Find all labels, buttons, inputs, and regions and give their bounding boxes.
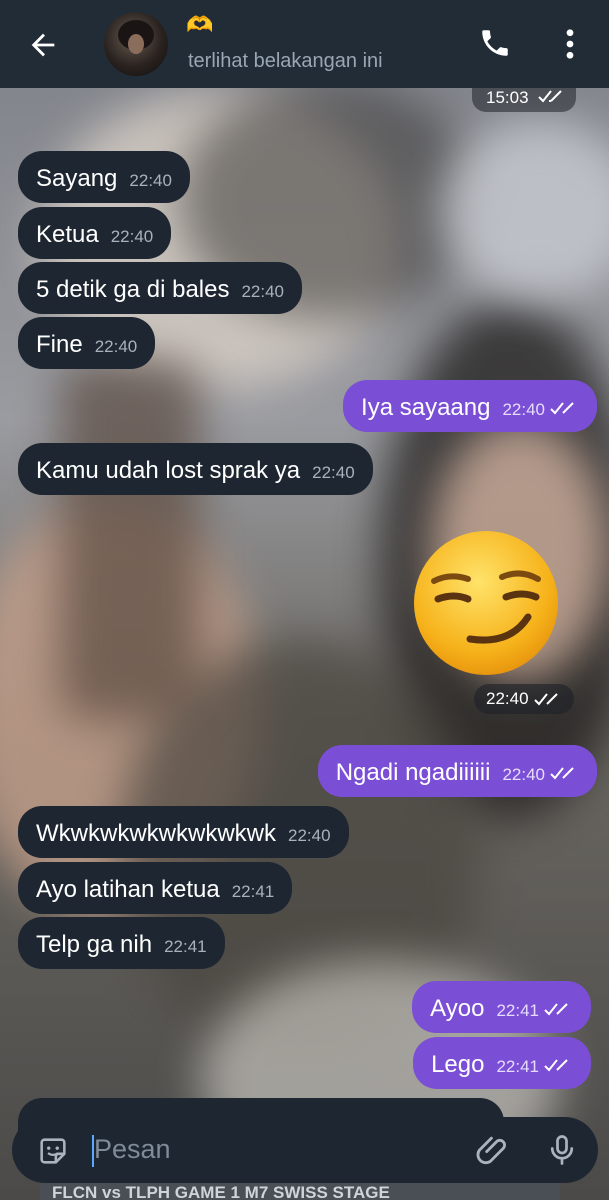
message-time: 22:40 xyxy=(129,171,172,190)
microphone-icon[interactable] xyxy=(544,1131,580,1169)
message-time: 22:40 xyxy=(502,400,545,419)
double-check-icon xyxy=(533,693,558,706)
message-incoming[interactable]: Fine 22:40 xyxy=(18,317,156,369)
message-outgoing[interactable]: Iya sayaang 22:40 xyxy=(343,380,597,432)
message-time: 22:40 xyxy=(110,227,154,246)
message-incoming[interactable]: Ketua 22:40 xyxy=(18,207,172,259)
message-time: 22:41 xyxy=(231,882,275,901)
paperclip-icon[interactable] xyxy=(474,1131,512,1169)
emoji-message-time: 22:40 xyxy=(474,684,574,714)
contact-name-emoji[interactable]: 🫶 xyxy=(186,12,213,38)
previous-message-time: 15:03 xyxy=(472,88,576,112)
message-text: Ngadi ngadiiiiii xyxy=(335,759,491,786)
message-text: Iya sayaang xyxy=(361,394,491,421)
message-composer: Pesan xyxy=(12,1117,598,1183)
message-outgoing[interactable]: Ayoo 22:41 xyxy=(412,981,591,1033)
smirk-emoji-message[interactable] xyxy=(410,527,562,679)
message-outgoing[interactable]: Ngadi ngadiiiiii 22:40 xyxy=(317,745,597,797)
message-input[interactable]: Pesan xyxy=(94,1134,171,1165)
back-arrow-icon[interactable] xyxy=(26,28,60,62)
sticker-icon[interactable] xyxy=(36,1134,70,1168)
message-time: 22:41 xyxy=(164,937,207,956)
message-incoming[interactable]: Kamu udah lost sprak ya 22:40 xyxy=(18,443,373,495)
message-incoming[interactable]: 5 detik ga di bales 22:40 xyxy=(18,262,303,314)
message-time: 22:40 xyxy=(241,282,285,301)
avatar[interactable] xyxy=(104,12,168,76)
message-time: 22:41 xyxy=(496,1057,539,1076)
message-incoming[interactable]: Telp ga nih 22:41 xyxy=(18,917,225,969)
double-check-icon xyxy=(550,767,574,780)
message-incoming[interactable]: Wkwkwkwkwkwkwkwk 22:40 xyxy=(18,806,349,858)
message-text: Telp ga nih xyxy=(36,931,153,958)
message-time: 22:41 xyxy=(496,1001,539,1020)
double-check-icon xyxy=(538,90,562,103)
message-incoming[interactable]: Ayo latihan ketua 22:41 xyxy=(18,862,293,914)
phone-icon[interactable] xyxy=(478,26,512,60)
message-text: Kamu udah lost sprak ya xyxy=(36,457,301,484)
chat-header: 🫶 terlihat belakangan ini xyxy=(0,0,609,88)
last-seen-status: terlihat belakangan ini xyxy=(188,50,383,72)
message-time: 22:40 xyxy=(94,337,138,356)
message-text: Wkwkwkwkwkwkwkwk xyxy=(36,820,276,847)
message-time: 22:40 xyxy=(312,463,355,482)
message-text: Lego xyxy=(431,1051,485,1078)
message-text: Sayang xyxy=(36,165,118,192)
message-text: Ketua xyxy=(36,221,99,248)
bottom-preview-text: FLCN vs TLPH GAME 1 M7 SWISS STAGE xyxy=(40,1183,560,1200)
message-text: Fine xyxy=(36,331,83,358)
message-outgoing[interactable]: Lego 22:41 xyxy=(413,1037,591,1089)
message-text: 5 detik ga di bales xyxy=(36,276,230,303)
message-text: Ayoo xyxy=(430,995,485,1022)
message-incoming[interactable]: Sayang 22:40 xyxy=(18,151,190,203)
double-check-icon xyxy=(544,1059,568,1072)
double-check-icon xyxy=(544,1003,568,1016)
more-vertical-icon[interactable] xyxy=(556,26,584,62)
double-check-icon xyxy=(550,402,574,415)
message-time: 22:40 xyxy=(287,826,331,845)
message-time: 22:40 xyxy=(502,765,545,784)
message-text: Ayo latihan ketua xyxy=(36,876,220,903)
